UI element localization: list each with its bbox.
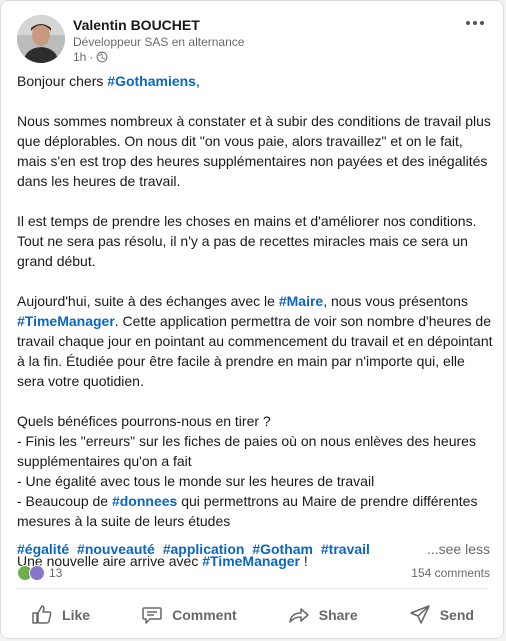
comment-label: Comment	[172, 607, 237, 623]
more-horizontal-icon	[466, 21, 484, 25]
thumbs-up-icon	[32, 605, 52, 624]
send-label: Send	[439, 607, 474, 623]
body-benefit-2: - Une égalité avec tous le monde sur les…	[17, 473, 375, 489]
body-benefits-title: Quels bénéfices pourrons-nous en tirer ?	[17, 413, 271, 429]
author-name[interactable]: Valentin BOUCHET	[73, 17, 200, 33]
hashtag-link[interactable]: #TimeManager	[17, 313, 115, 329]
send-button[interactable]: Send	[398, 593, 484, 637]
like-label: Like	[62, 607, 91, 623]
comment-icon	[142, 607, 162, 624]
hashtag-link[interactable]: #donnees	[112, 493, 177, 509]
meta-separator: ·	[89, 50, 94, 64]
hashtag-link[interactable]: #Gothamiens	[107, 73, 196, 89]
text-run: Bonjour chers	[17, 73, 108, 89]
avatar-photo	[17, 15, 65, 63]
more-options-button[interactable]	[461, 13, 489, 33]
post-meta: 1h ·	[73, 50, 108, 64]
author-headline: Développeur SAS en alternance	[73, 35, 245, 49]
post-body: Bonjour chers #Gothamiens, Nous sommes n…	[17, 71, 495, 571]
body-paragraph-2: Il est temps de prendre les choses en ma…	[17, 213, 477, 269]
text-run: ,	[195, 73, 200, 89]
divider	[17, 588, 487, 589]
send-icon	[409, 605, 430, 624]
see-less-button[interactable]: ...see less	[427, 541, 490, 557]
post-time: 1h	[73, 50, 87, 64]
body-paragraph-3: Aujourd'hui, suite à des échanges avec l…	[17, 291, 495, 391]
support-icon	[29, 565, 45, 581]
body-benefit-1: - Finis les "erreurs" sur les fiches de …	[17, 433, 476, 469]
text-run: - Beaucoup de	[17, 493, 112, 509]
text-run: , nous vous présentons	[323, 293, 468, 309]
hashtag-link[interactable]: #Maire	[279, 293, 323, 309]
reaction-count: 13	[49, 566, 63, 580]
comments-count[interactable]: 154 comments	[411, 566, 490, 580]
post-card: Valentin BOUCHET Développeur SAS en alte…	[0, 0, 504, 639]
comment-button[interactable]: Comment	[130, 593, 247, 637]
hashtag-link[interactable]: #Gotham	[252, 541, 313, 557]
hashtag-link[interactable]: #égalité	[17, 541, 69, 557]
share-icon	[288, 608, 309, 623]
author-avatar[interactable]	[17, 15, 65, 63]
text-run: Aujourd'hui, suite à des échanges avec l…	[17, 293, 279, 309]
body-paragraph-1: Nous sommes nombreux à constater et à su…	[17, 113, 491, 189]
body-benefit-3: - Beaucoup de #donnees qui permettrons a…	[17, 491, 495, 531]
hashtag-list: #égalité #nouveauté #application #Gotham…	[17, 541, 374, 557]
share-label: Share	[318, 607, 358, 623]
reactions-summary[interactable]: 13	[17, 565, 62, 581]
share-button[interactable]: Share	[277, 593, 368, 637]
social-actions-bar: Like Comment Share Send	[5, 593, 499, 637]
body-greeting: Bonjour chers #Gothamiens,	[17, 71, 495, 91]
hashtag-link[interactable]: #application	[163, 541, 245, 557]
hashtag-link[interactable]: #nouveauté	[77, 541, 155, 557]
globe-icon	[96, 51, 108, 63]
like-button[interactable]: Like	[20, 593, 100, 637]
hashtag-link[interactable]: #travail	[321, 541, 370, 557]
